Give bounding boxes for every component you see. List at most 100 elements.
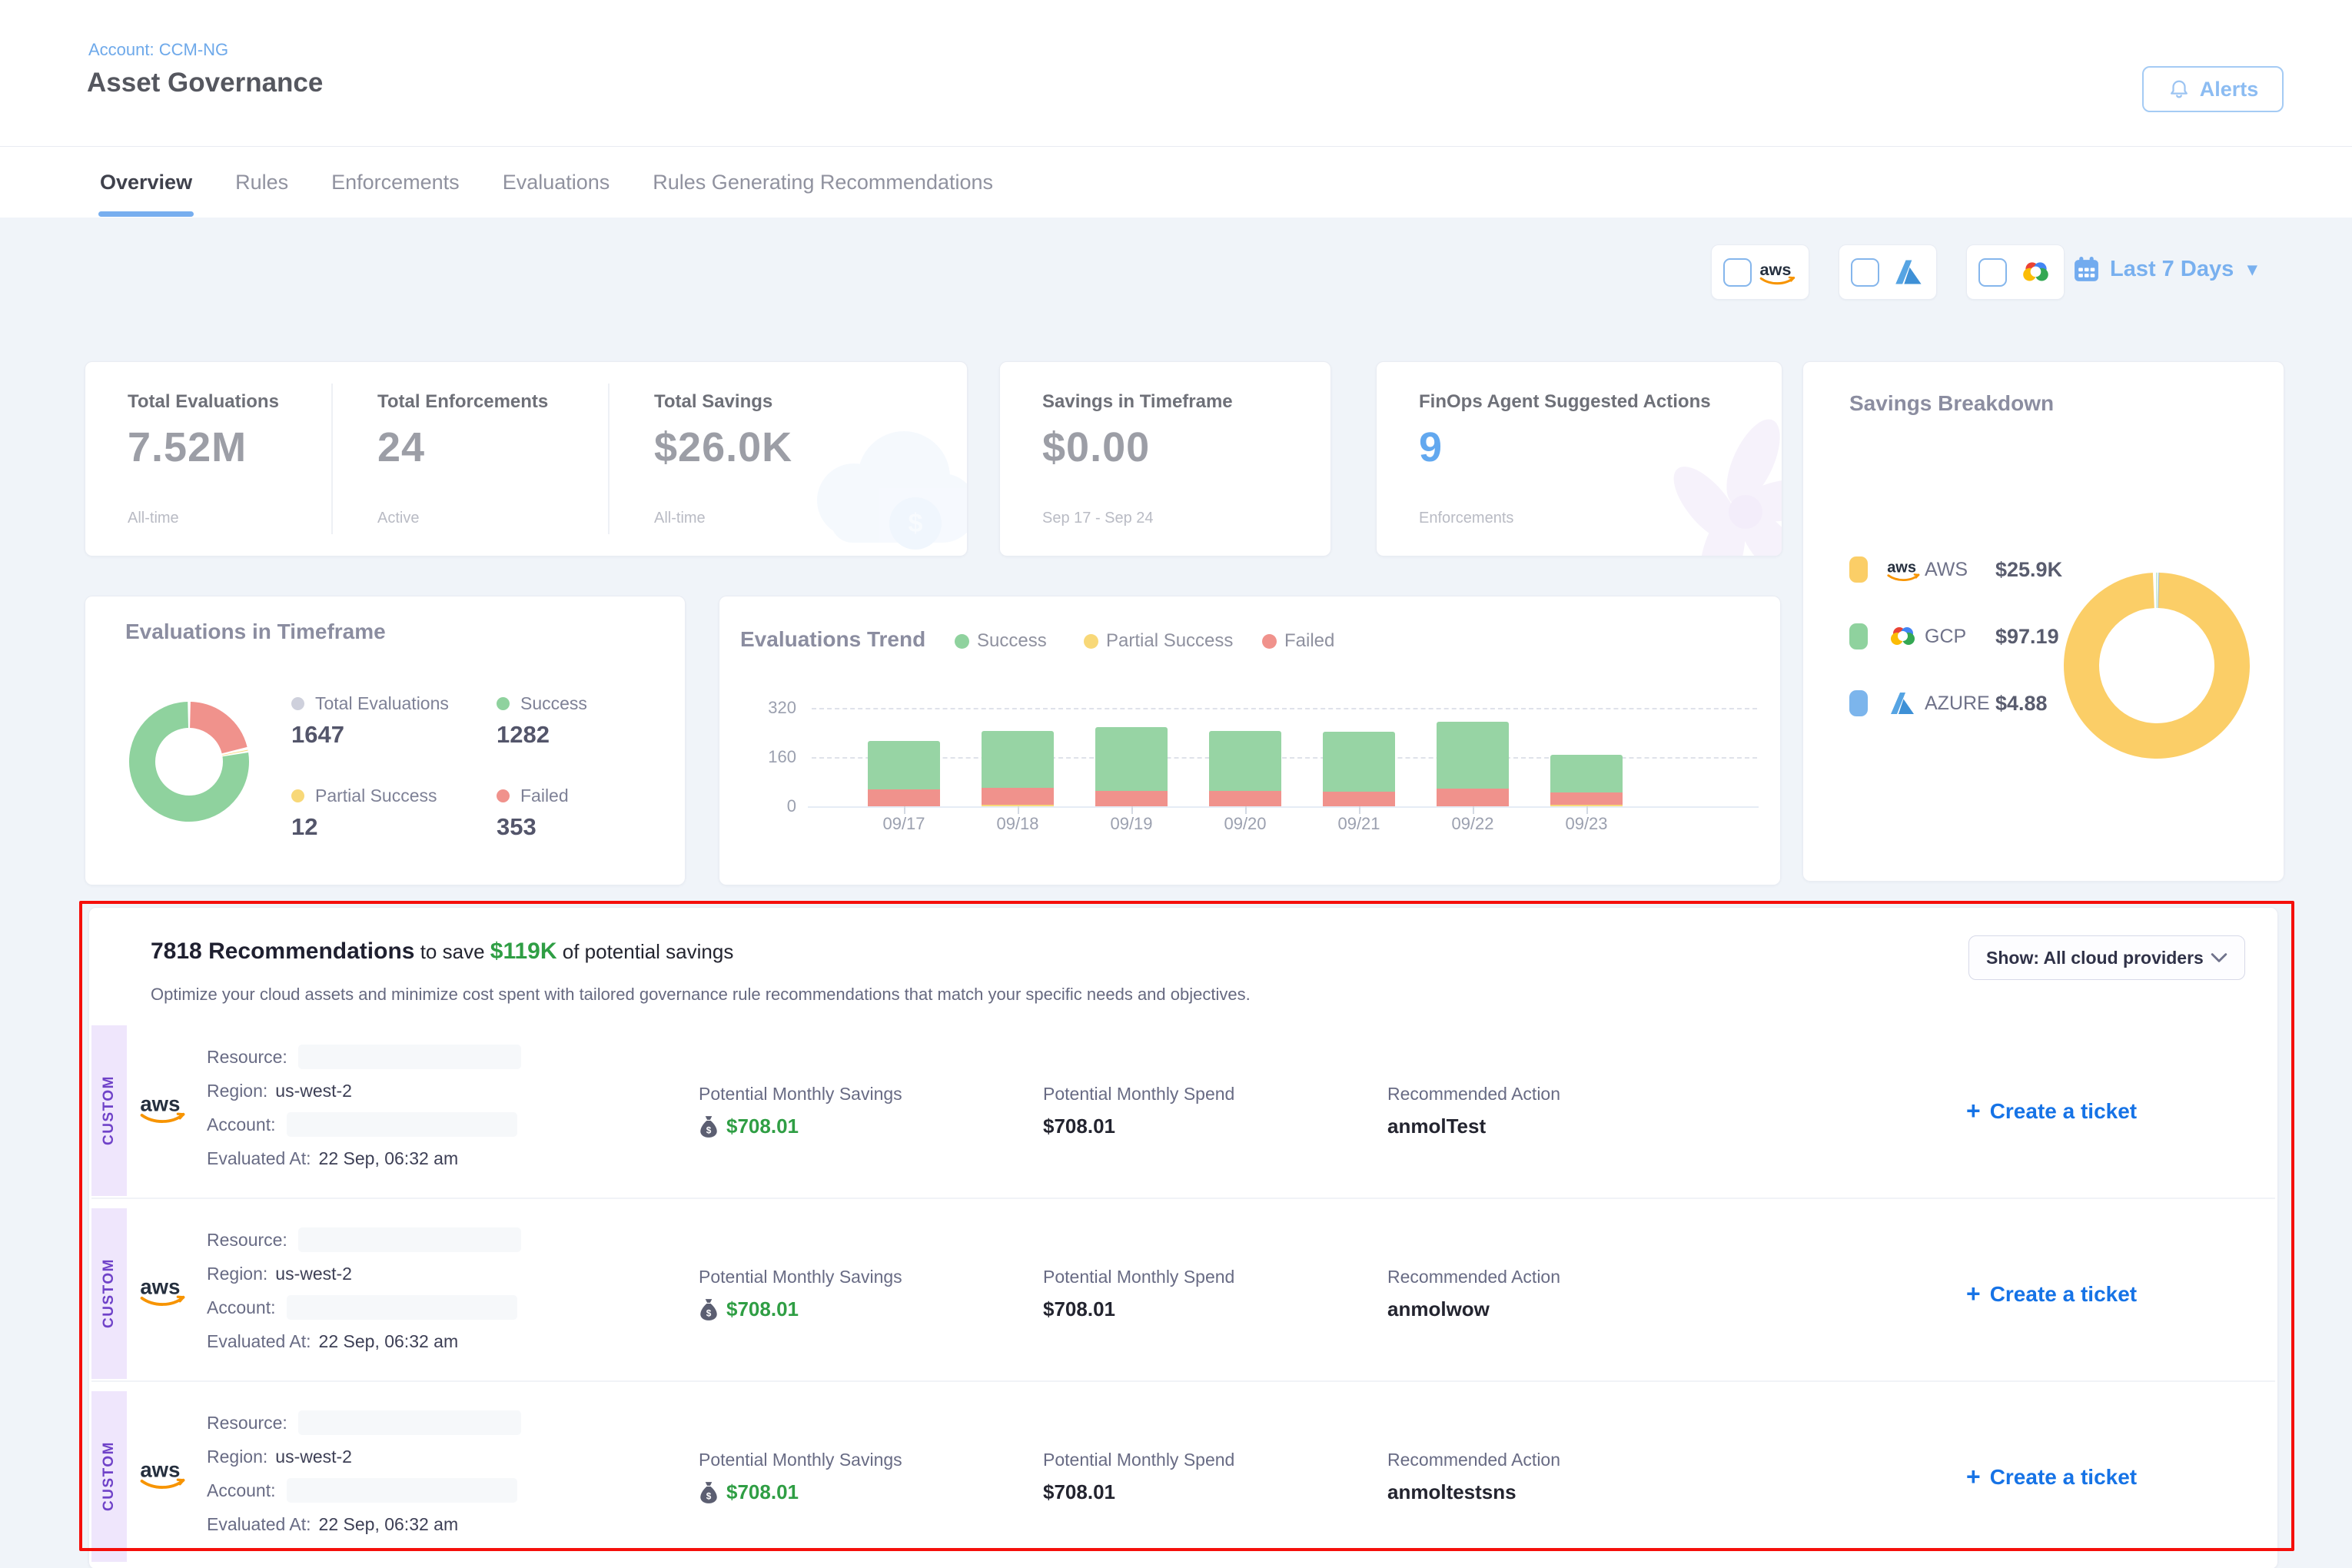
green-dot-icon	[955, 634, 969, 649]
create-ticket-button[interactable]: +Create a ticket	[1962, 1462, 2141, 1492]
trend-bar-segment	[982, 731, 1054, 788]
aws-checkbox[interactable]	[1723, 258, 1752, 287]
provider-amount: $4.88	[1995, 692, 2048, 716]
gcp-checkbox[interactable]	[1978, 258, 2007, 287]
gridline-320	[812, 708, 1757, 709]
region-label: Region:	[207, 1081, 267, 1101]
date-range-picker[interactable]: Last 7 Days ▾	[2072, 255, 2257, 284]
svg-text:aws: aws	[140, 1457, 180, 1481]
failed-count: 353	[497, 813, 537, 841]
recommendations-title: 7818 Recommendations to save $119K of po…	[151, 938, 733, 965]
custom-rule-badge: CUSTOM	[91, 1025, 127, 1196]
money-bag-icon: $	[699, 1115, 719, 1138]
potential-monthly-savings-value: $ $708.01	[699, 1297, 799, 1321]
alerts-button[interactable]: Alerts	[2142, 66, 2284, 112]
azure-icon	[1882, 691, 1925, 716]
tab-label: Rules Generating Recommendations	[653, 171, 993, 194]
tab-label: Enforcements	[331, 171, 460, 194]
evaluated-at-value: 22 Sep, 06:32 am	[319, 1331, 459, 1352]
svg-text:$: $	[706, 1125, 712, 1135]
row-separator	[91, 1198, 2275, 1199]
legend-total-evaluations: Total Evaluations	[291, 693, 449, 714]
trend-x-axis-label: 09/17	[858, 814, 950, 834]
region-value: us-west-2	[275, 1447, 352, 1467]
savings-breakdown-title: Savings Breakdown	[1849, 391, 2054, 416]
breadcrumb-account-link[interactable]: Account: CCM-NG	[88, 40, 228, 60]
trend-x-axis-label: 09/21	[1313, 814, 1405, 834]
recommendation-row: CUSTOM aws Resource: Region:us-west-2 Ac…	[89, 1025, 2277, 1196]
svg-text:aws: aws	[140, 1091, 180, 1115]
savings-cloud-watermark: $	[800, 408, 968, 556]
azure-icon	[1894, 258, 1925, 286]
trend-bar-segment	[1323, 732, 1395, 792]
total-evaluations-value: 7.52M	[128, 424, 247, 471]
legend-failed: Failed	[497, 786, 569, 806]
trend-x-axis-label: 09/20	[1199, 814, 1291, 834]
calendar-icon	[2072, 255, 2101, 284]
tab-enforcements[interactable]: Enforcements	[331, 148, 460, 217]
success-count: 1282	[497, 721, 550, 749]
resource-label: Resource:	[207, 1047, 287, 1068]
potential-monthly-savings-label: Potential Monthly Savings	[699, 1450, 902, 1470]
recommendations-count: 7818 Recommendations	[151, 938, 414, 964]
total-savings-sub: All-time	[654, 510, 706, 527]
provider-filter-gcp[interactable]	[1966, 244, 2065, 300]
azure-legend-swatch	[1849, 690, 1868, 716]
provider-amount: $97.19	[1995, 625, 2059, 649]
svg-text:$: $	[706, 1491, 712, 1501]
aws-icon: aws	[1757, 260, 1797, 285]
trend-legend-success: Success	[955, 630, 1047, 652]
svg-text:$: $	[706, 1308, 712, 1318]
partial-success-count: 12	[291, 813, 317, 841]
evaluated-at-value: 22 Sep, 06:32 am	[319, 1514, 459, 1535]
savings-in-timeframe-value: $0.00	[1042, 424, 1150, 471]
page-title: Asset Governance	[87, 68, 323, 98]
trend-bar-segment	[1209, 791, 1281, 806]
azure-checkbox[interactable]	[1851, 258, 1879, 287]
savings-in-timeframe-label: Savings in Timeframe	[1042, 391, 1233, 412]
create-ticket-button[interactable]: +Create a ticket	[1962, 1096, 2141, 1126]
potential-monthly-spend-label: Potential Monthly Spend	[1043, 1450, 1234, 1470]
custom-rule-badge: CUSTOM	[91, 1391, 127, 1562]
trend-bar-segment	[1095, 727, 1168, 791]
trend-bar-segment	[1095, 791, 1168, 806]
recommendations-card: 7818 Recommendations to save $119K of po…	[88, 907, 2278, 1568]
region-label: Region:	[207, 1447, 267, 1467]
provider-filter-azure[interactable]	[1839, 244, 1937, 300]
potential-monthly-savings-value: $ $708.01	[699, 1480, 799, 1504]
cloud-provider-filter-dropdown[interactable]: Show: All cloud providers	[1968, 935, 2245, 980]
tab-rules[interactable]: Rules	[235, 148, 288, 217]
aws-logo-icon: aws	[137, 1091, 188, 1128]
redacted-resource-value	[298, 1045, 521, 1069]
svg-text:aws: aws	[1759, 260, 1791, 279]
recommended-action-label: Recommended Action	[1387, 1267, 1560, 1287]
tab-evaluations[interactable]: Evaluations	[503, 148, 610, 217]
total-enforcements-value: 24	[377, 424, 425, 471]
trend-bar-segment	[1323, 792, 1395, 806]
region-label: Region:	[207, 1264, 267, 1284]
potential-monthly-spend-label: Potential Monthly Spend	[1043, 1267, 1234, 1287]
savings-in-timeframe-sub: Sep 17 - Sep 24	[1042, 510, 1154, 527]
tab-rules-generating-recommendations[interactable]: Rules Generating Recommendations	[653, 148, 993, 217]
resource-label: Resource:	[207, 1413, 287, 1433]
trend-x-axis-label: 09/23	[1540, 814, 1633, 834]
yellow-dot-icon	[291, 789, 304, 802]
total-evaluations-label: Total Evaluations	[128, 391, 279, 412]
provider-filter-aws[interactable]: aws	[1711, 244, 1809, 300]
divider	[331, 384, 333, 534]
create-ticket-button[interactable]: +Create a ticket	[1962, 1279, 2141, 1309]
legend-item-azure: AZURE $4.88	[1849, 685, 2048, 722]
total-savings-label: Total Savings	[654, 391, 772, 412]
legend-item-gcp: GCP $97.19	[1849, 618, 2059, 655]
tab-overview[interactable]: Overview	[100, 148, 192, 217]
trend-bar-segment	[868, 789, 940, 806]
savings-breakdown-donut-chart	[2061, 570, 2253, 762]
total-evaluations-sub: All-time	[128, 510, 179, 527]
legend-partial-success: Partial Success	[291, 786, 437, 806]
tab-label: Rules	[235, 171, 288, 194]
title-tail-text: of potential savings	[563, 940, 734, 963]
account-label: Account:	[207, 1480, 276, 1501]
recommended-action-value: anmolTest	[1387, 1115, 1486, 1138]
header-divider	[0, 146, 2352, 147]
evaluated-at-value: 22 Sep, 06:32 am	[319, 1148, 459, 1169]
